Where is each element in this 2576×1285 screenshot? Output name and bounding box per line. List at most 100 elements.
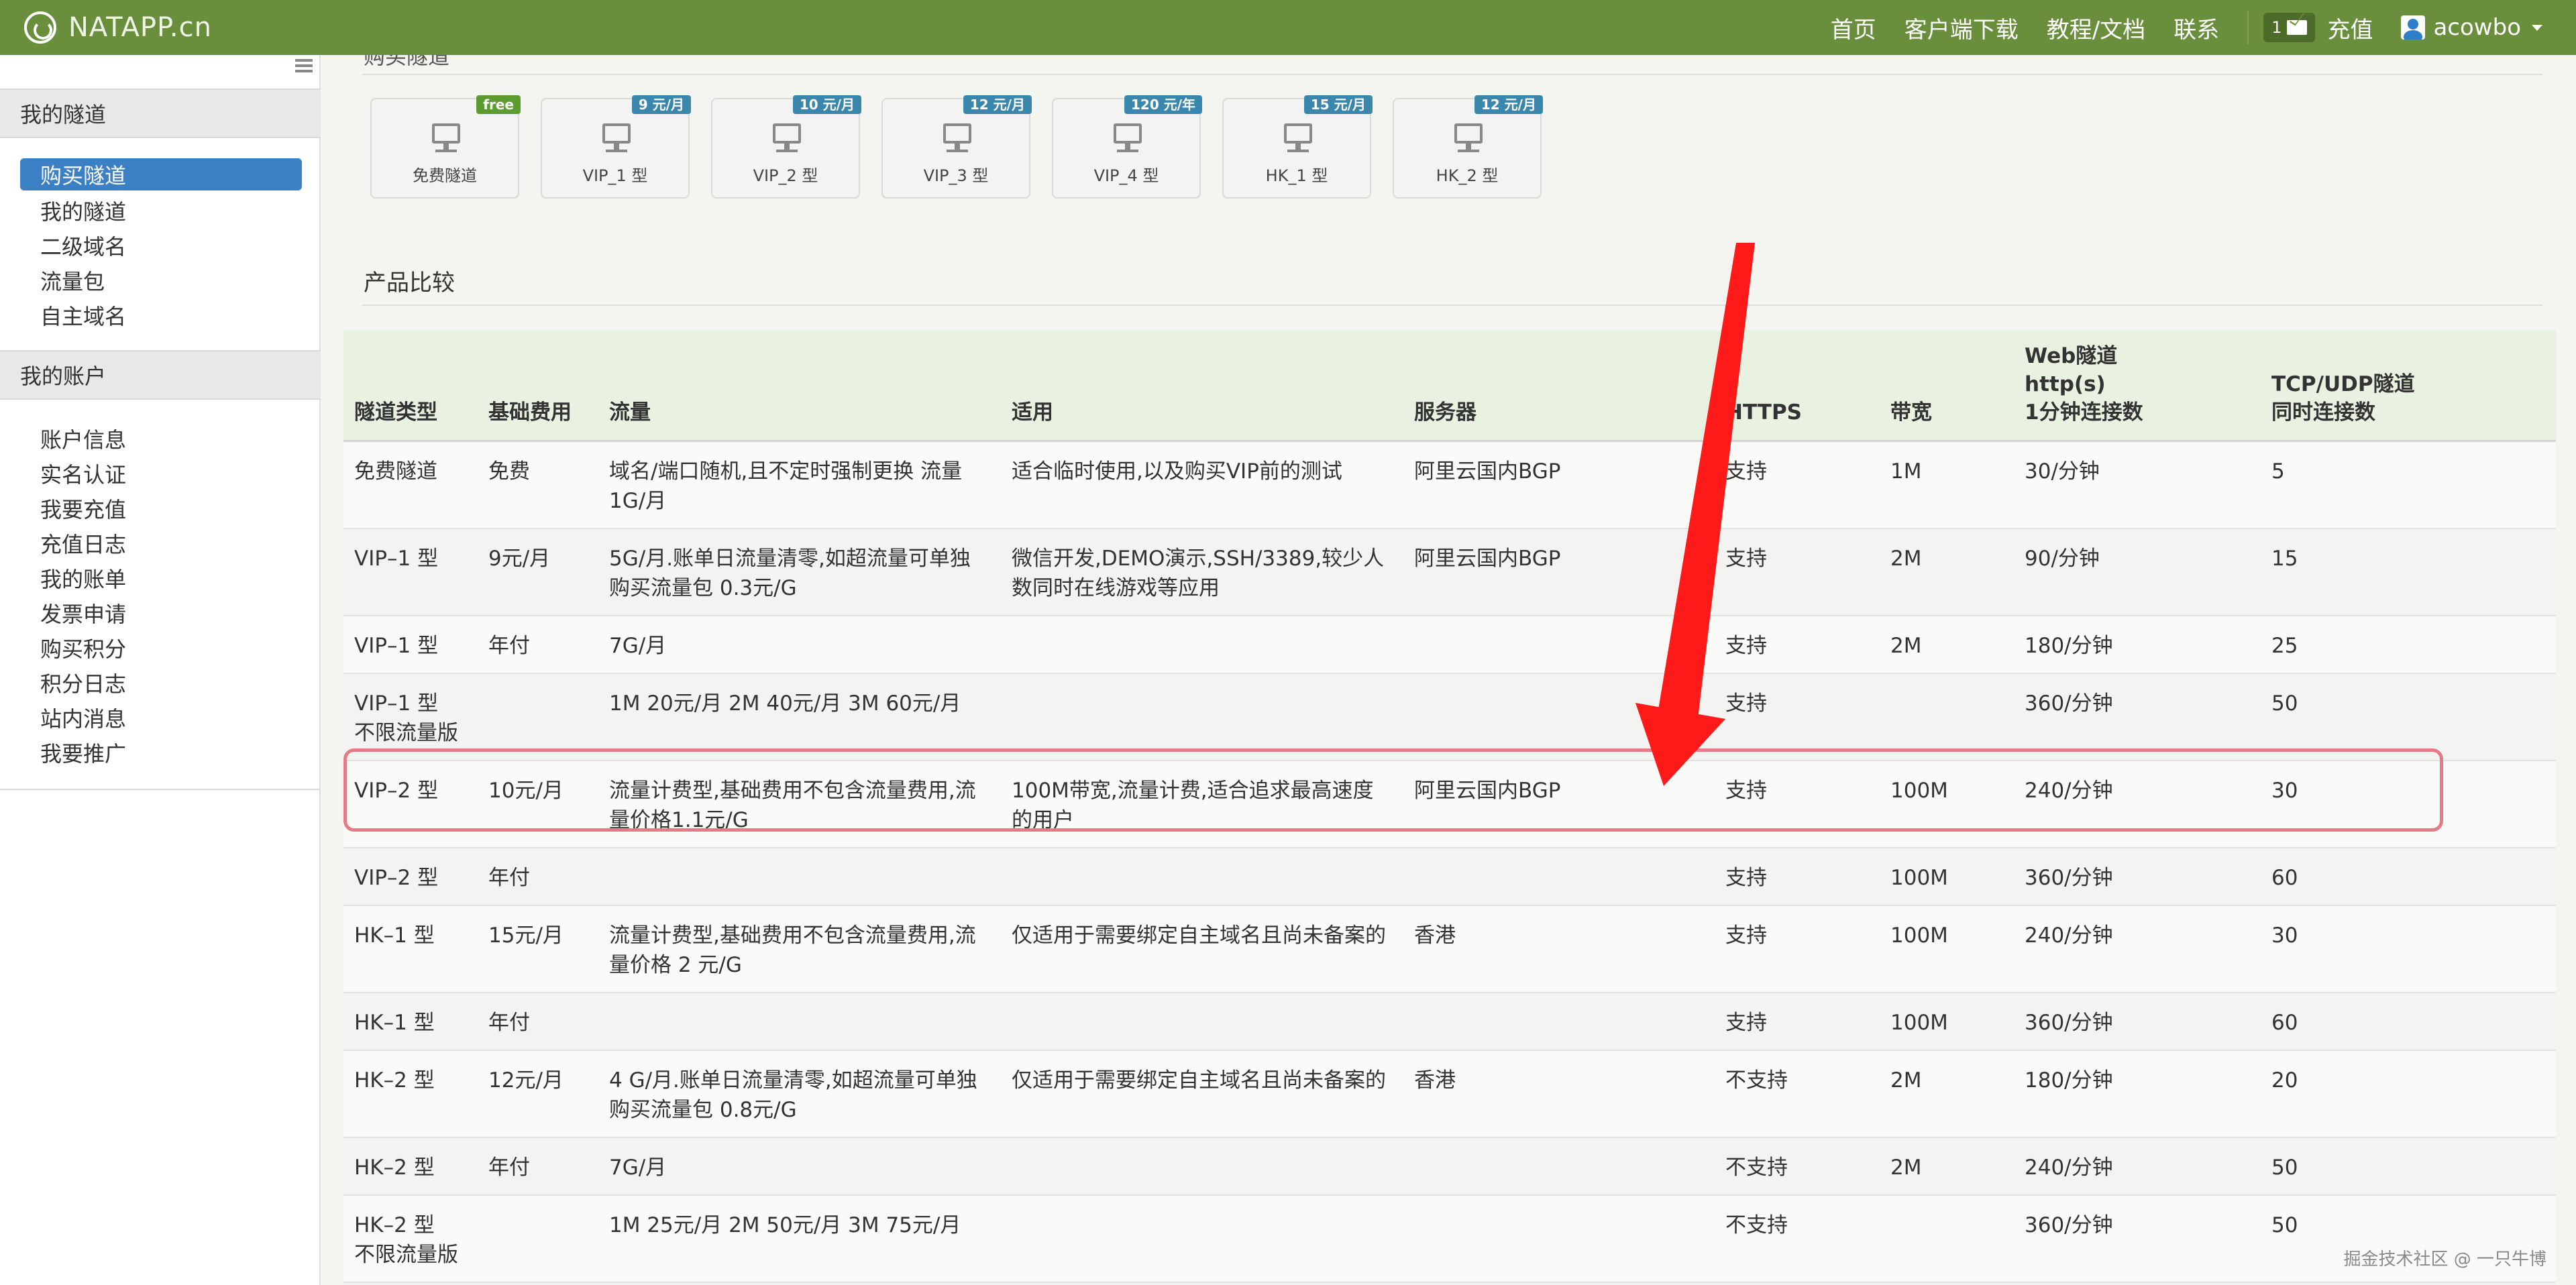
- table-row: VIP–2 型年付 支持 100M 360/分钟 60: [343, 848, 2556, 906]
- sidebar-tunnel-list: 购买隧道 我的隧道 二级域名 流量包 自主域名: [20, 158, 302, 333]
- table-cell: 240/分钟: [2014, 905, 2261, 993]
- sidebar-item-traffic-pack[interactable]: 流量包: [20, 263, 302, 298]
- price-badge: 9 元/月: [631, 95, 691, 114]
- sidebar-item-account-info[interactable]: 账户信息: [20, 421, 302, 456]
- table-cell: 30: [2261, 1282, 2556, 1285]
- tile-label: VIP_4 型: [1093, 166, 1159, 185]
- section-divider: [362, 74, 2542, 75]
- monitor-icon: [1454, 123, 1483, 152]
- sidebar-toggle-icon[interactable]: [295, 59, 313, 72]
- table-cell: 180/分钟: [2014, 1050, 2261, 1138]
- sidebar-item-promotion[interactable]: 我要推广: [20, 735, 302, 770]
- sidebar-group-tunnels: 我的隧道: [0, 89, 321, 138]
- table-cell: [1001, 1195, 1403, 1283]
- table-cell: VIP–3 型: [343, 1282, 478, 1285]
- nav-home-link[interactable]: 首页: [1831, 11, 1876, 44]
- nav-client-download-link[interactable]: 客户端下载: [1904, 11, 2019, 44]
- table-cell: VIP–1 型: [343, 616, 478, 674]
- table-cell: 360/分钟: [2014, 1195, 2261, 1283]
- table-cell: VIP–1 型 不限流量版: [343, 673, 478, 761]
- sidebar-item-points-log[interactable]: 积分日志: [20, 665, 302, 700]
- main-content: 购买隧道 free 免费隧道 9 元/月 VIP_1 型 10 元/月 VIP_…: [322, 55, 2576, 1285]
- table-row: VIP–1 型年付 7G/月 支持 2M 180/分钟 25: [343, 616, 2556, 674]
- tile-hk2[interactable]: 12 元/月 HK_2 型: [1393, 95, 1543, 199]
- sidebar-item-messages[interactable]: 站内消息: [20, 700, 302, 735]
- tile-hk1[interactable]: 15 元/月 HK_1 型: [1222, 95, 1373, 199]
- table-cell: 5G/月.账单日流量清零,如超流量可单独购买流量包 0.3元/G: [598, 528, 1001, 616]
- table-cell: 15: [2261, 528, 2556, 616]
- table-cell: 免费: [478, 441, 598, 529]
- table-cell: [1001, 616, 1403, 674]
- sidebar-item-invoice[interactable]: 发票申请: [20, 596, 302, 630]
- price-badge: 12 元/月: [963, 95, 1032, 114]
- message-count: 1: [2271, 18, 2282, 37]
- nav-contact-link[interactable]: 联系: [2174, 11, 2219, 44]
- table-cell: 10元/月: [478, 761, 598, 848]
- table-cell: 支持: [1715, 848, 1880, 906]
- tile-vip2[interactable]: 10 元/月 VIP_2 型: [711, 95, 861, 199]
- brand[interactable]: NATAPP.cn: [24, 11, 212, 44]
- column-header: 基础费用: [478, 330, 598, 442]
- column-header: 适用: [1001, 330, 1403, 442]
- price-badge: 120 元/年: [1124, 95, 1202, 114]
- sidebar-item-custom-domain[interactable]: 自主域名: [20, 298, 302, 333]
- table-cell: VIP–2 型: [343, 761, 478, 848]
- table-cell: 年付: [478, 993, 598, 1051]
- recharge-link[interactable]: 充值: [2327, 11, 2373, 44]
- price-badge: 12 元/月: [1474, 95, 1543, 114]
- table-cell: 100M: [1880, 993, 2014, 1051]
- sidebar-divider: [0, 789, 321, 790]
- sidebar-item-subdomain[interactable]: 二级域名: [20, 228, 302, 263]
- table-cell: 1M 20元/月 2M 40元/月 3M 60元/月: [598, 673, 1001, 761]
- watermark: 掘金技术社区 @ 一只牛博: [2343, 1249, 2546, 1270]
- tile-vip1[interactable]: 9 元/月 VIP_1 型: [541, 95, 691, 199]
- table-cell: [1403, 1195, 1715, 1283]
- section-title-comparison: 产品比较: [364, 270, 455, 296]
- username-menu[interactable]: acowbo: [2433, 14, 2521, 41]
- table-cell: [1403, 993, 1715, 1051]
- table-cell: 90/分钟: [2014, 528, 2261, 616]
- table-cell: 微信开发,DEMO演示,SSH/3389,较少人数同时在线游戏等应用: [1001, 528, 1403, 616]
- sidebar-item-buy-points[interactable]: 购买积分: [20, 630, 302, 665]
- sidebar-item-recharge-log[interactable]: 充值日志: [20, 526, 302, 561]
- sidebar-item-verification[interactable]: 实名认证: [20, 456, 302, 491]
- table-cell: 2M: [1880, 616, 2014, 674]
- tile-free-tunnel[interactable]: free 免费隧道: [370, 95, 521, 199]
- table-row: HK–2 型 不限流量版 1M 25元/月 2M 50元/月 3M 75元/月 不支…: [343, 1195, 2556, 1283]
- tile-vip4[interactable]: 120 元/年 VIP_4 型: [1052, 95, 1202, 199]
- table-cell: 2M: [1880, 1137, 2014, 1196]
- partial-section-title: 购买隧道: [364, 55, 450, 69]
- sidebar-item-my-tunnels[interactable]: 我的隧道: [20, 193, 302, 228]
- table-row: HK–1 型 15元/月 流量计费型,基础费用不包含流量费用,流量价格 2 元/G 仅…: [343, 905, 2556, 993]
- table-cell: 25: [2261, 616, 2556, 674]
- sidebar-group-account: 我的账户: [0, 350, 321, 400]
- table-cell: 30/分钟: [2014, 441, 2261, 529]
- nav-docs-link[interactable]: 教程/文档: [2047, 11, 2145, 44]
- table-cell: 30: [2261, 905, 2556, 993]
- table-cell: 360/分钟: [2014, 848, 2261, 906]
- table-row: HK–2 型年付 7G/月 不支持 2M 240/分钟 50: [343, 1137, 2556, 1196]
- table-cell: [598, 993, 1001, 1051]
- sidebar-item-bills[interactable]: 我的账单: [20, 561, 302, 596]
- sidebar-item-recharge[interactable]: 我要充值: [20, 491, 302, 526]
- messages-button[interactable]: 1: [2263, 13, 2316, 42]
- user-avatar-icon[interactable]: [2401, 15, 2426, 40]
- tile-vip3[interactable]: 12 元/月 VIP_3 型: [881, 95, 1032, 199]
- monitor-icon: [1284, 123, 1312, 152]
- envelope-icon: [2287, 20, 2308, 35]
- table-cell: 国内电信高防: [1403, 1282, 1715, 1285]
- table-cell: 不支持: [1715, 1195, 1880, 1283]
- table-cell: [1880, 673, 2014, 761]
- table-cell: 1M 25元/月 2M 50元/月 3M 75元/月: [598, 1195, 1001, 1283]
- section-divider: [362, 304, 2542, 306]
- chevron-down-icon[interactable]: [2532, 24, 2542, 31]
- sidebar-account-list: 账户信息 实名认证 我要充值 充值日志 我的账单 发票申请 购买积分 积分日志 …: [20, 421, 302, 770]
- table-cell: 7G/月: [598, 616, 1001, 674]
- table-cell: VIP–2 型: [343, 848, 478, 906]
- table-cell: 240/分钟: [2014, 1137, 2261, 1196]
- table-cell: [1001, 848, 1403, 906]
- sidebar-item-buy-tunnel[interactable]: 购买隧道: [20, 158, 302, 190]
- table-cell: 180/分钟: [2014, 616, 2261, 674]
- red-arrow-annotation: [1635, 243, 1755, 786]
- table-cell: 100M: [1880, 761, 2014, 848]
